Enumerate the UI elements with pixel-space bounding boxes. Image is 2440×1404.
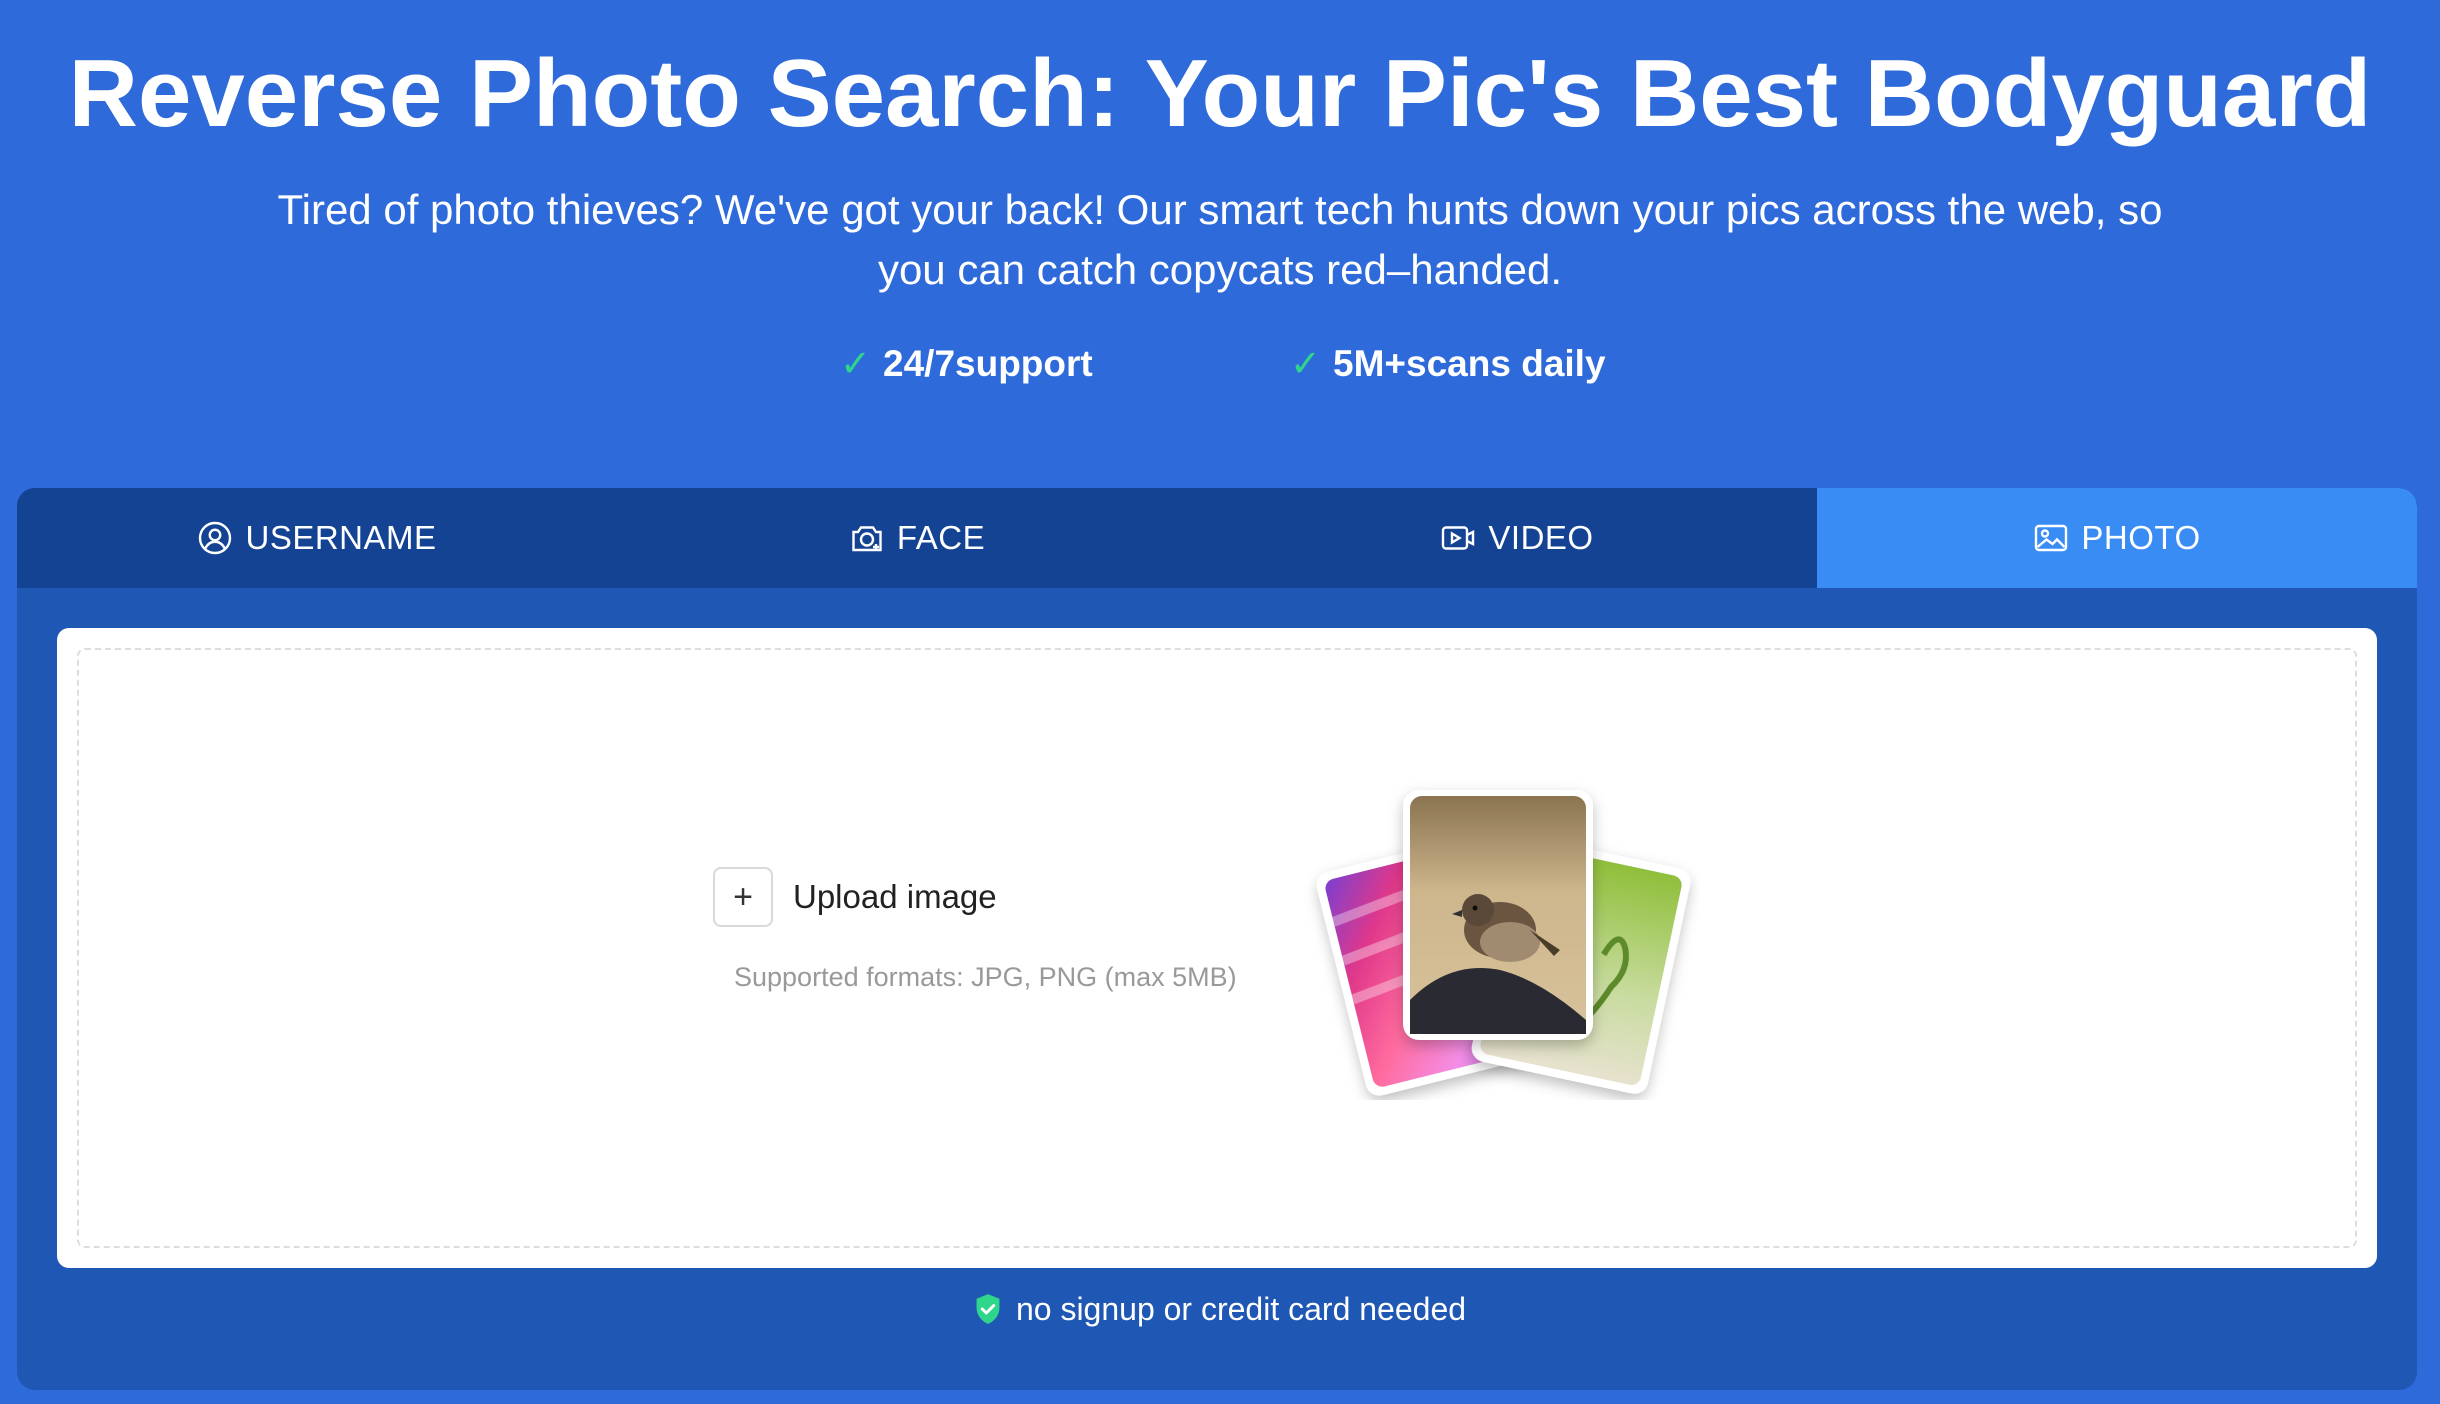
video-play-icon (1440, 520, 1476, 556)
tab-label: VIDEO (1488, 519, 1594, 556)
feature-label: 24/7support (883, 343, 1093, 384)
hero-subtitle: Tired of photo thieves? We've got your b… (277, 186, 2163, 293)
image-icon (2033, 520, 2069, 556)
user-circle-icon (197, 520, 233, 556)
upload-card (57, 628, 2377, 1268)
upload-control[interactable]: + Upload image (713, 866, 997, 928)
shield-check-icon (974, 1293, 1002, 1325)
supported-formats: Supported formats: JPG, PNG (max 5MB) (734, 962, 1237, 992)
tab-photo[interactable]: PHOTO (1817, 488, 2417, 588)
feature-scans: ✓ 5M+scans daily (1290, 338, 1606, 390)
upload-button[interactable]: + (713, 867, 773, 927)
tab-username[interactable]: USERNAME (17, 488, 617, 588)
tab-label: FACE (896, 519, 986, 556)
check-icon: ✓ (1290, 343, 1322, 384)
upload-dropzone[interactable] (77, 648, 2357, 1248)
tab-label: PHOTO (2081, 519, 2201, 556)
tab-video[interactable]: VIDEO (1217, 488, 1817, 588)
note-text: no signup or credit card needed (1015, 1290, 1467, 1327)
page-title: Reverse Photo Search: Your Pic's Best Bo… (68, 40, 2372, 147)
search-panel: USERNAME FACE VIDEO PHOTO (17, 488, 2417, 1390)
tab-face[interactable]: FACE (617, 488, 1217, 588)
upload-label[interactable]: Upload image (793, 878, 997, 916)
tab-label: USERNAME (245, 519, 437, 556)
feature-list: ✓ 24/7support ✓ 5M+scans daily (0, 338, 2440, 390)
feature-support: ✓ 24/7support (840, 338, 1093, 390)
no-signup-note: no signup or credit card needed (0, 1284, 2440, 1334)
face-scan-icon (849, 520, 885, 556)
check-icon: ✓ (840, 343, 872, 384)
feature-label: 5M+scans daily (1333, 343, 1606, 384)
search-tabs: USERNAME FACE VIDEO PHOTO (17, 488, 2417, 588)
photo-stack-illustration (1300, 780, 1700, 1100)
